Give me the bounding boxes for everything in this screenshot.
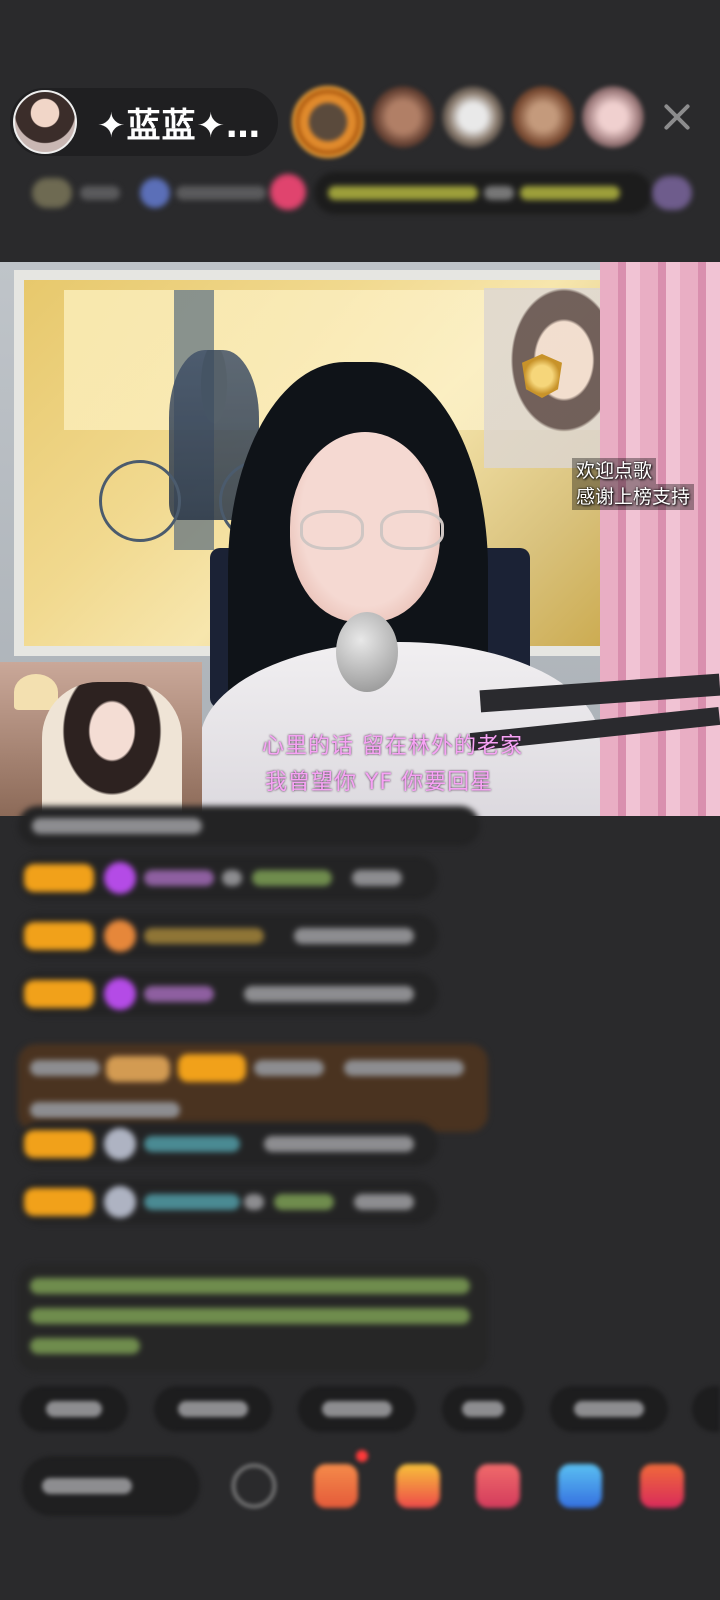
viewer-avatar[interactable]: [442, 86, 504, 148]
room-notice: [18, 1264, 488, 1372]
quick-reply-button[interactable]: [442, 1386, 524, 1432]
viewer-avatar[interactable]: [582, 86, 644, 148]
gift-icon[interactable]: [476, 1464, 520, 1508]
system-message: [18, 1044, 488, 1132]
quick-reply-button[interactable]: [298, 1386, 416, 1432]
overlay-thanks: 感谢上榜支持: [572, 484, 695, 510]
host-name: ✦蓝蓝✦…: [97, 105, 261, 146]
status-text: [176, 186, 266, 200]
status-text: [80, 186, 120, 200]
quick-reply-button[interactable]: [692, 1386, 720, 1432]
room-status-bar: [22, 170, 702, 218]
more-icon[interactable]: [640, 1464, 684, 1508]
marquee-text: [328, 186, 478, 200]
viewer-avatar[interactable]: [512, 86, 574, 148]
lottery-icon[interactable]: [396, 1464, 440, 1508]
emoji-icon[interactable]: [232, 1464, 276, 1508]
chat-message: [18, 806, 480, 846]
game-icon[interactable]: [314, 1464, 358, 1508]
chat-message: [18, 972, 438, 1016]
lyric-line: 心里的话 留在林外的老家: [262, 734, 523, 759]
viewer-avatar[interactable]: [372, 86, 434, 148]
overlay-welcome: 欢迎点歌: [572, 458, 657, 484]
marquee-text: [520, 186, 620, 200]
quick-reply-button[interactable]: [154, 1386, 272, 1432]
lyric-line: 我曾望你 YF 你要回星: [265, 770, 494, 795]
status-icon: [140, 178, 170, 208]
microphone: [336, 612, 398, 692]
gift-icon[interactable]: [270, 174, 306, 210]
chat-message: [18, 1122, 438, 1166]
notification-dot: [356, 1450, 368, 1462]
chat-message: [18, 1180, 438, 1224]
host-info-pill[interactable]: ✦蓝蓝✦…: [10, 88, 278, 156]
host-avatar[interactable]: [13, 90, 77, 154]
viewer-avatar[interactable]: [292, 86, 364, 158]
close-icon[interactable]: [660, 100, 694, 134]
badge-icon: [652, 176, 692, 210]
top-viewers-list: [292, 86, 644, 158]
quick-reply-button[interactable]: [550, 1386, 668, 1432]
pip-video[interactable]: [0, 662, 202, 816]
quick-reply-button[interactable]: [20, 1386, 128, 1432]
chat-message: [18, 856, 438, 900]
chat-message: [18, 914, 438, 958]
share-icon[interactable]: [558, 1464, 602, 1508]
marquee-text: [484, 186, 514, 200]
chat-input[interactable]: [22, 1456, 200, 1516]
rank-icon: [32, 178, 72, 208]
